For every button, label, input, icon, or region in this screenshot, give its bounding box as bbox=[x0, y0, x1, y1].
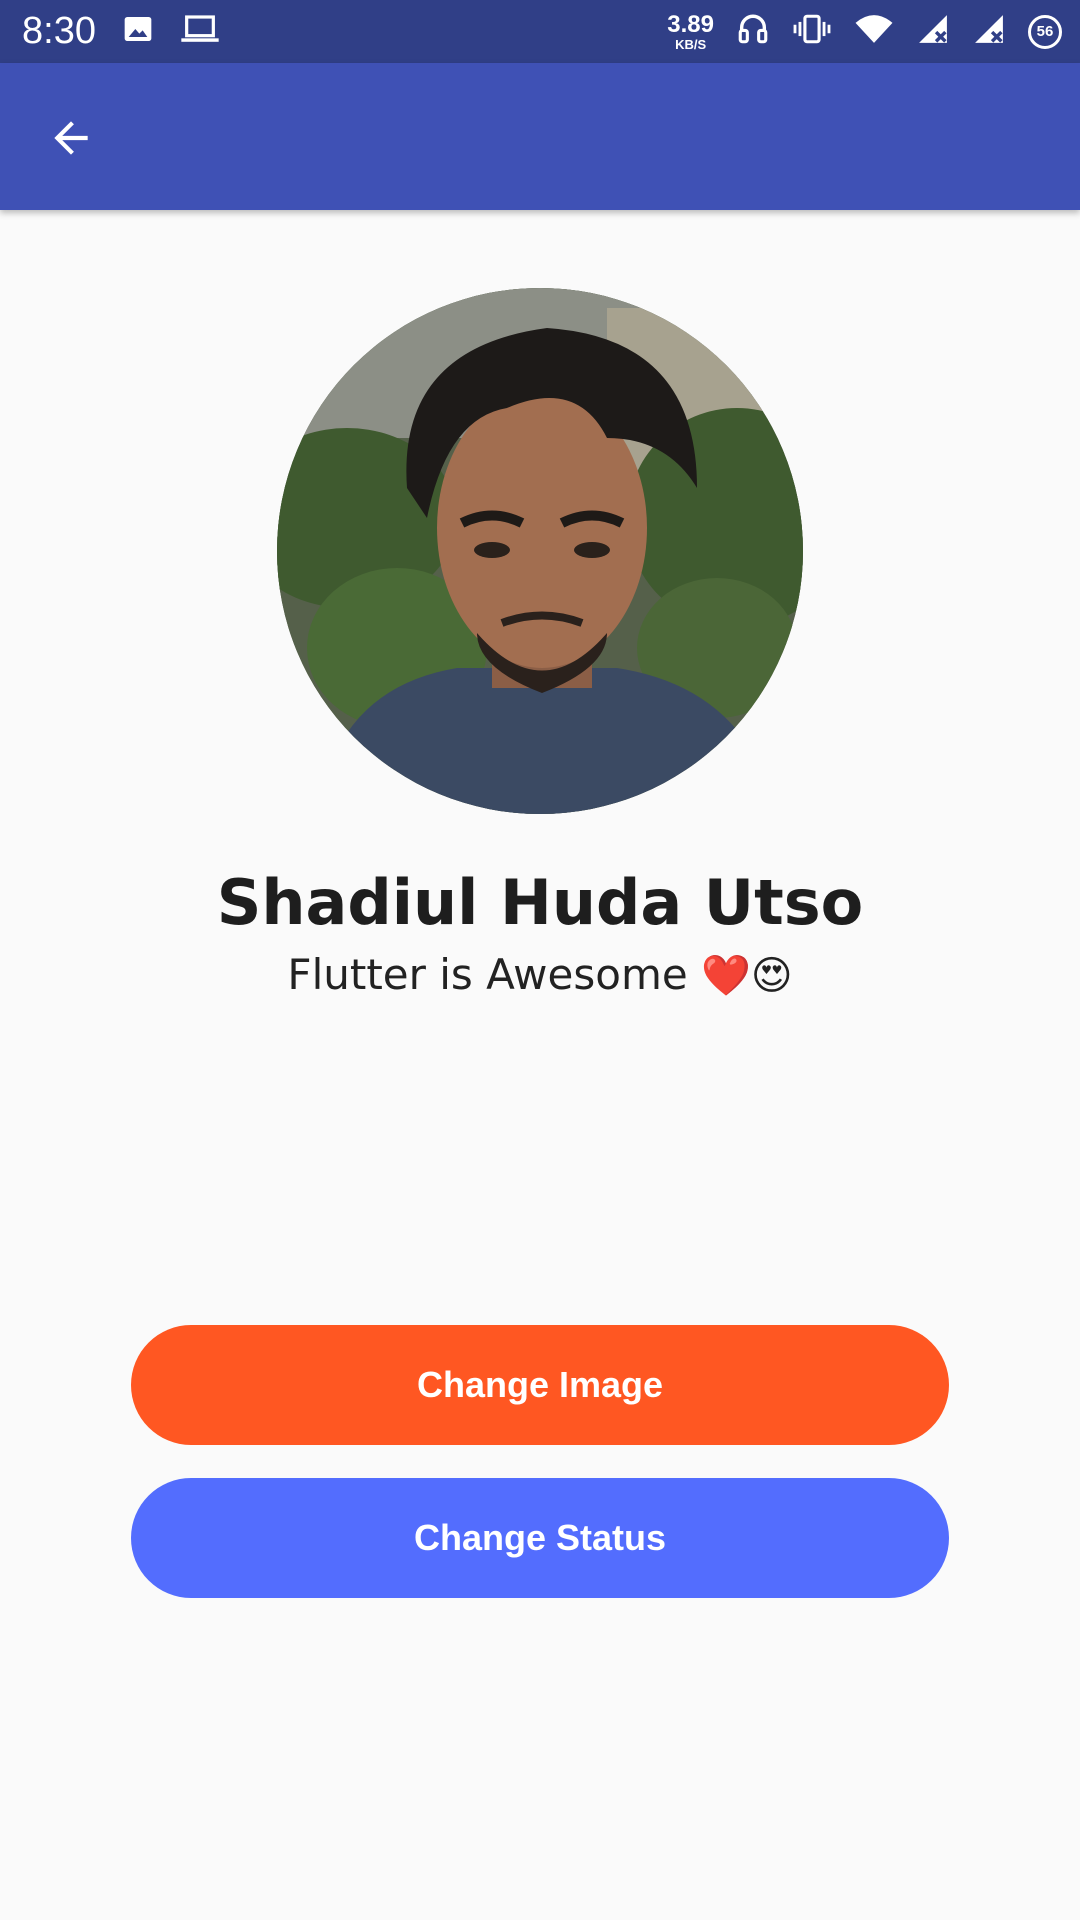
profile-status: Flutter is Awesome ❤️😍 bbox=[0, 950, 1080, 999]
signal-icon bbox=[972, 12, 1006, 51]
laptop-icon bbox=[180, 13, 220, 50]
signal-icon bbox=[916, 12, 950, 51]
change-image-button[interactable]: Change Image bbox=[131, 1325, 949, 1445]
status-bar: 8:30 3.89 KB/S 56 bbox=[0, 0, 1080, 63]
profile-name: Shadiul Huda Utso bbox=[216, 866, 864, 939]
status-time: 8:30 bbox=[22, 10, 96, 52]
change-status-button[interactable]: Change Status bbox=[131, 1478, 949, 1598]
app-bar bbox=[0, 63, 1080, 210]
net-speed-unit: KB/S bbox=[675, 36, 707, 52]
battery-icon: 56 bbox=[1028, 14, 1062, 49]
vibrate-icon bbox=[792, 12, 832, 51]
image-icon bbox=[122, 13, 154, 50]
headphones-icon bbox=[736, 12, 770, 51]
net-speed-value: 3.89 bbox=[667, 10, 714, 38]
status-text: Flutter is Awesome bbox=[287, 950, 688, 999]
arrow-left-icon bbox=[54, 121, 88, 155]
wifi-icon bbox=[854, 13, 894, 50]
back-button[interactable] bbox=[36, 103, 106, 173]
profile-avatar bbox=[277, 288, 803, 814]
network-speed: 3.89 KB/S bbox=[667, 10, 714, 52]
status-emoji: ❤️😍 bbox=[701, 953, 793, 999]
